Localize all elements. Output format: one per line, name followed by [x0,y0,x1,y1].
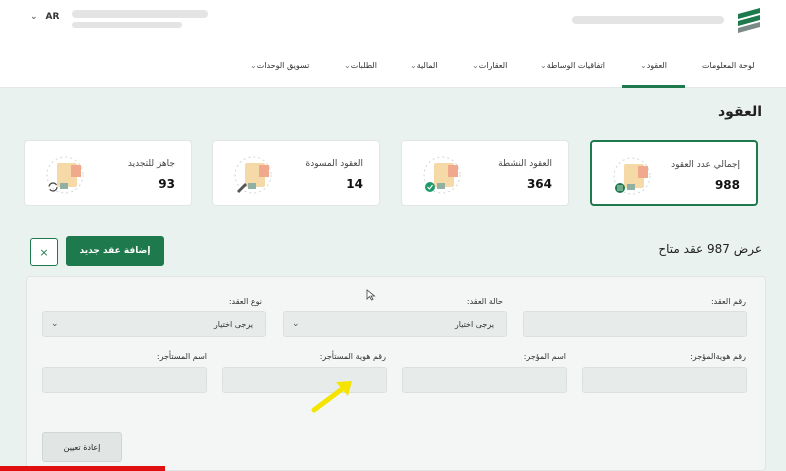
stat-value: 364 [526,177,552,191]
nav-dashboard[interactable]: لوحة المعلومات [702,61,755,70]
results-count: عرض 987 عقد متاح [658,242,762,256]
nav-label: العقارات [478,61,508,70]
tenant-id-input[interactable] [222,367,387,393]
document-icon [423,156,461,194]
stat-value: 988 [714,178,740,192]
contract-number-label: رقم العقد: [710,297,746,306]
stat-card-total[interactable]: إجمالي عدد العقود 988 [590,140,758,206]
stat-card-renewal[interactable]: جاهز للتجديد 93 [24,140,192,206]
nav-label: العقود [646,61,667,70]
video-progress-fill [0,466,166,471]
annotation-arrow-icon [311,381,352,413]
stat-label: العقود المسودة [305,159,363,169]
chevron-down-icon: ⌄ [51,319,59,329]
close-icon: × [39,245,49,259]
nav-finance[interactable]: المالية⌄ [406,61,438,70]
reset-button[interactable]: إعادة تعيين [42,432,122,462]
document-icon [46,156,84,194]
chevron-down-icon: ⌄ [250,61,257,70]
nav-brokerage[interactable]: اتفاقيات الوساطة⌄ [536,61,605,70]
video-progress-bar[interactable] [0,466,786,471]
document-icon [234,156,272,194]
logo-icon [738,8,760,33]
org-name-blurred [572,16,724,24]
nav-label: تسويق الوحدات [256,61,310,70]
nav-properties[interactable]: العقارات⌄ [468,61,507,70]
stat-label: جاهز للتجديد [127,159,175,169]
check-icon [425,182,435,192]
nav-label: لوحة المعلومات [702,61,755,70]
contract-type-select[interactable]: يرجى اختيار ⌄ [42,311,266,337]
chevron-down-icon: ⌄ [292,319,300,329]
lessor-id-input[interactable] [582,367,747,393]
tenant-id-label: رقم هوية المستأجر: [319,352,386,361]
mouse-cursor-icon [366,289,376,301]
contract-status-select[interactable]: يرجى اختيار ⌄ [283,311,507,337]
nav-label: المالية [416,61,438,70]
nav-contracts[interactable]: العقود⌄ [636,61,667,70]
chevron-down-icon: ⌄ [540,61,547,70]
nav-label: اتفاقيات الوساطة [546,61,605,70]
active-tab-indicator [622,85,685,88]
contract-status-placeholder: يرجى اختيار [454,320,494,329]
contract-type-label: نوع العقد: [228,297,262,306]
nav-label: الطلبات [350,61,377,70]
document-icon [613,157,651,195]
chevron-down-icon: ⌄ [410,61,417,70]
lessor-name-input[interactable] [402,367,567,393]
language-label: AR [45,12,60,22]
tenant-name-label: اسم المستأجر: [156,352,207,361]
nav-requests[interactable]: الطلبات⌄ [340,61,377,70]
chevron-down-icon: ⌄ [472,61,479,70]
stat-label: العقود النشطة [498,159,552,169]
contract-number-input[interactable] [523,311,747,337]
lessor-name-label: اسم المؤجر: [523,352,566,361]
chevron-down-icon: ⌄ [344,61,351,70]
user-name-blurred [72,10,208,18]
lessor-id-label: رقم هويةالمؤجر: [690,352,746,361]
top-bar: ⌄ AR [0,0,786,40]
chevron-down-icon: ⌄ [30,12,38,22]
add-contract-button[interactable]: إضافة عقد جديد [66,236,164,266]
stat-label: إجمالي عدد العقود [671,160,740,170]
stat-value: 93 [158,177,175,191]
main-nav: لوحة المعلومات العقود⌄ اتفاقيات الوساطة⌄… [0,40,786,88]
stat-card-active[interactable]: العقود النشطة 364 [401,140,569,206]
chevron-down-icon: ⌄ [640,61,647,70]
refresh-icon [48,182,58,192]
user-detail-blurred [72,22,182,28]
nav-units-marketing[interactable]: تسويق الوحدات⌄ [246,61,309,70]
tenant-name-input[interactable] [42,367,207,393]
contract-status-label: حالة العقد: [466,297,503,306]
page-title: العقود [718,104,762,120]
language-switcher[interactable]: ⌄ AR [30,12,59,22]
close-filters-button[interactable]: × [30,238,58,266]
stat-value: 14 [346,177,363,191]
stat-card-drafts[interactable]: العقود المسودة 14 [212,140,380,206]
contract-type-placeholder: يرجى اختيار [213,320,253,329]
